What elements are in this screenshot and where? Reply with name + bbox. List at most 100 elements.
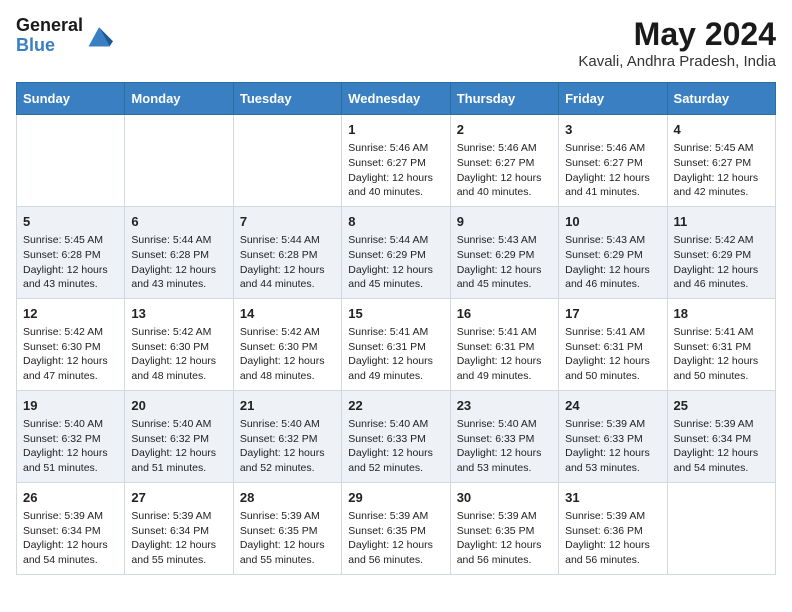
calendar-cell: 20Sunrise: 5:40 AMSunset: 6:32 PMDayligh… — [125, 390, 233, 482]
day-number: 8 — [348, 213, 443, 231]
main-title: May 2024 — [578, 16, 776, 53]
day-number: 23 — [457, 397, 552, 415]
day-info-line: Sunset: 6:27 PM — [565, 156, 660, 171]
calendar-cell: 22Sunrise: 5:40 AMSunset: 6:33 PMDayligh… — [342, 390, 450, 482]
day-info-line: and 47 minutes. — [23, 369, 118, 384]
day-info-line: and 45 minutes. — [348, 277, 443, 292]
day-info-line: and 56 minutes. — [348, 553, 443, 568]
day-number: 30 — [457, 489, 552, 507]
day-info-line: Daylight: 12 hours — [23, 538, 118, 553]
day-info-line: and 40 minutes. — [457, 185, 552, 200]
day-number: 3 — [565, 121, 660, 139]
day-info-line: and 46 minutes. — [565, 277, 660, 292]
week-row-4: 19Sunrise: 5:40 AMSunset: 6:32 PMDayligh… — [17, 390, 776, 482]
day-number: 26 — [23, 489, 118, 507]
day-info-line: and 52 minutes. — [348, 461, 443, 476]
day-info-line: Sunset: 6:30 PM — [23, 340, 118, 355]
day-info-line: Daylight: 12 hours — [674, 263, 769, 278]
calendar-cell: 12Sunrise: 5:42 AMSunset: 6:30 PMDayligh… — [17, 298, 125, 390]
day-info-line: Daylight: 12 hours — [565, 171, 660, 186]
day-info-line: Sunset: 6:30 PM — [131, 340, 226, 355]
day-info-line: Sunrise: 5:40 AM — [457, 417, 552, 432]
day-info-line: Sunset: 6:34 PM — [23, 524, 118, 539]
day-info-line: Sunrise: 5:41 AM — [348, 325, 443, 340]
day-info-line: Sunrise: 5:42 AM — [131, 325, 226, 340]
day-info-line: Sunrise: 5:39 AM — [240, 509, 335, 524]
day-number: 24 — [565, 397, 660, 415]
day-info-line: Daylight: 12 hours — [131, 263, 226, 278]
week-row-1: 1Sunrise: 5:46 AMSunset: 6:27 PMDaylight… — [17, 115, 776, 207]
header-sunday: Sunday — [17, 83, 125, 115]
day-number: 5 — [23, 213, 118, 231]
day-info-line: and 53 minutes. — [457, 461, 552, 476]
day-info-line: Daylight: 12 hours — [240, 354, 335, 369]
day-info-line: Daylight: 12 hours — [457, 354, 552, 369]
day-info-line: Daylight: 12 hours — [348, 171, 443, 186]
day-info-line: Daylight: 12 hours — [240, 263, 335, 278]
day-info-line: Daylight: 12 hours — [131, 354, 226, 369]
day-number: 9 — [457, 213, 552, 231]
day-info-line: and 53 minutes. — [565, 461, 660, 476]
day-info-line: and 51 minutes. — [23, 461, 118, 476]
day-info-line: Sunset: 6:28 PM — [240, 248, 335, 263]
day-info-line: Sunrise: 5:43 AM — [457, 233, 552, 248]
day-number: 14 — [240, 305, 335, 323]
day-info-line: Sunset: 6:29 PM — [565, 248, 660, 263]
day-info-line: Daylight: 12 hours — [131, 446, 226, 461]
day-info-line: Sunrise: 5:40 AM — [348, 417, 443, 432]
subtitle: Kavali, Andhra Pradesh, India — [578, 53, 776, 70]
day-number: 15 — [348, 305, 443, 323]
day-info-line: Sunrise: 5:39 AM — [457, 509, 552, 524]
calendar-cell: 27Sunrise: 5:39 AMSunset: 6:34 PMDayligh… — [125, 482, 233, 574]
header-friday: Friday — [559, 83, 667, 115]
day-info-line: and 45 minutes. — [457, 277, 552, 292]
calendar-cell: 19Sunrise: 5:40 AMSunset: 6:32 PMDayligh… — [17, 390, 125, 482]
day-info-line: Daylight: 12 hours — [131, 538, 226, 553]
day-info-line: and 55 minutes. — [240, 553, 335, 568]
day-info-line: and 50 minutes. — [565, 369, 660, 384]
day-info-line: Sunset: 6:34 PM — [131, 524, 226, 539]
day-info-line: Sunset: 6:27 PM — [348, 156, 443, 171]
day-info-line: Sunset: 6:35 PM — [240, 524, 335, 539]
day-info-line: Sunrise: 5:46 AM — [457, 141, 552, 156]
calendar-cell: 11Sunrise: 5:42 AMSunset: 6:29 PMDayligh… — [667, 206, 775, 298]
day-number: 19 — [23, 397, 118, 415]
day-info-line: Sunrise: 5:45 AM — [23, 233, 118, 248]
day-info-line: Sunrise: 5:42 AM — [240, 325, 335, 340]
day-info-line: Sunrise: 5:39 AM — [348, 509, 443, 524]
day-info-line: Sunrise: 5:40 AM — [131, 417, 226, 432]
day-info-line: Daylight: 12 hours — [23, 354, 118, 369]
day-info-line: Sunset: 6:34 PM — [674, 432, 769, 447]
day-number: 6 — [131, 213, 226, 231]
day-info-line: Sunrise: 5:46 AM — [565, 141, 660, 156]
day-info-line: Daylight: 12 hours — [348, 538, 443, 553]
day-info-line: Sunrise: 5:39 AM — [565, 417, 660, 432]
calendar-cell — [233, 115, 341, 207]
day-info-line: Sunrise: 5:39 AM — [565, 509, 660, 524]
day-info-line: Sunset: 6:35 PM — [348, 524, 443, 539]
day-info-line: Daylight: 12 hours — [23, 446, 118, 461]
day-number: 7 — [240, 213, 335, 231]
day-info-line: Sunrise: 5:40 AM — [240, 417, 335, 432]
calendar-cell: 6Sunrise: 5:44 AMSunset: 6:28 PMDaylight… — [125, 206, 233, 298]
day-info-line: and 54 minutes. — [23, 553, 118, 568]
day-info-line: Sunrise: 5:41 AM — [674, 325, 769, 340]
day-info-line: and 46 minutes. — [674, 277, 769, 292]
day-info-line: and 50 minutes. — [674, 369, 769, 384]
day-info-line: Sunset: 6:27 PM — [674, 156, 769, 171]
day-info-line: and 56 minutes. — [457, 553, 552, 568]
logo-icon — [85, 22, 113, 50]
day-number: 29 — [348, 489, 443, 507]
calendar-cell: 24Sunrise: 5:39 AMSunset: 6:33 PMDayligh… — [559, 390, 667, 482]
day-info-line: Daylight: 12 hours — [457, 446, 552, 461]
calendar-header-row: SundayMondayTuesdayWednesdayThursdayFrid… — [17, 83, 776, 115]
day-info-line: and 49 minutes. — [457, 369, 552, 384]
day-number: 21 — [240, 397, 335, 415]
day-info-line: and 48 minutes. — [131, 369, 226, 384]
day-info-line: and 54 minutes. — [674, 461, 769, 476]
day-info-line: and 48 minutes. — [240, 369, 335, 384]
day-info-line: Sunset: 6:29 PM — [457, 248, 552, 263]
header-thursday: Thursday — [450, 83, 558, 115]
day-info-line: and 43 minutes. — [131, 277, 226, 292]
day-number: 2 — [457, 121, 552, 139]
